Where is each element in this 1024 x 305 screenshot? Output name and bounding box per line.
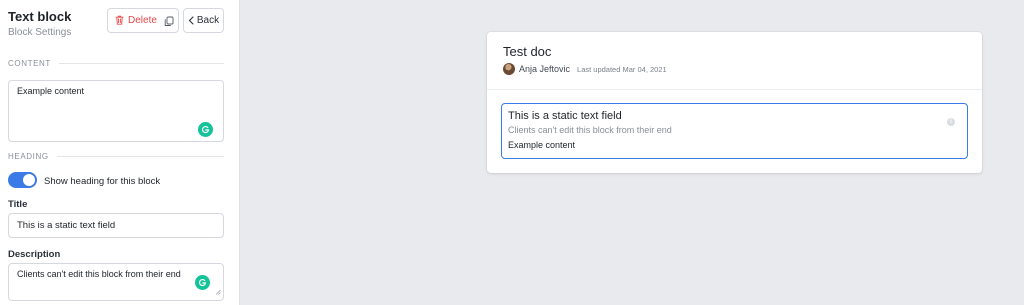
description-textarea[interactable]: Clients can't edit this block from their…	[8, 263, 224, 301]
divider	[58, 63, 224, 64]
block-description: Clients can't edit this block from their…	[508, 125, 672, 135]
document-preview-card: Test doc Anja Jeftovic Last updated Mar …	[487, 32, 982, 173]
block-actions: Delete	[107, 8, 179, 33]
block-title: This is a static text field	[508, 110, 622, 122]
copy-icon[interactable]	[164, 14, 174, 32]
sidebar-title: Text block	[8, 9, 72, 24]
block-content: Example content	[508, 140, 576, 150]
divider	[56, 156, 224, 157]
grammar-assistant-icon[interactable]	[195, 275, 210, 290]
settings-sidebar: Text block Block Settings Delete Back CO…	[0, 0, 240, 305]
show-heading-toggle[interactable]	[8, 172, 37, 188]
divider	[487, 89, 982, 90]
avatar	[503, 63, 515, 75]
resize-grip-icon[interactable]	[215, 286, 221, 298]
content-section-header: CONTENT	[8, 59, 224, 68]
document-title: Test doc	[503, 44, 552, 59]
title-input[interactable]: This is a static text field	[8, 213, 224, 238]
show-heading-label: Show heading for this block	[44, 176, 161, 187]
back-label: Back	[196, 15, 220, 26]
document-meta: Anja Jeftovic Last updated Mar 04, 2021	[503, 63, 667, 75]
description-text: Clients can't edit this block from their…	[17, 269, 181, 279]
sidebar-subtitle: Block Settings	[8, 27, 72, 38]
delete-button[interactable]: Delete	[108, 9, 157, 32]
toggle-knob	[23, 174, 35, 186]
heading-section-header: HEADING	[8, 152, 224, 161]
title-input-value: This is a static text field	[17, 220, 116, 231]
chevron-left-icon	[188, 12, 194, 30]
text-block-preview[interactable]: This is a static text field Clients can'…	[501, 103, 968, 159]
grammar-assistant-icon[interactable]	[198, 122, 213, 137]
title-field-label: Title	[8, 199, 28, 210]
last-updated: Last updated Mar 04, 2021	[577, 64, 667, 74]
back-button[interactable]: Back	[183, 8, 224, 33]
author-name: Anja Jeftovic	[519, 64, 571, 74]
content-textarea[interactable]: Example content	[8, 80, 224, 142]
content-section-label: CONTENT	[8, 59, 51, 68]
trash-icon	[115, 12, 124, 30]
delete-label: Delete	[128, 15, 157, 26]
info-icon[interactable]: i	[947, 118, 955, 126]
description-field-label: Description	[8, 249, 61, 260]
heading-section-label: HEADING	[8, 152, 49, 161]
content-text: Example content	[17, 86, 85, 96]
